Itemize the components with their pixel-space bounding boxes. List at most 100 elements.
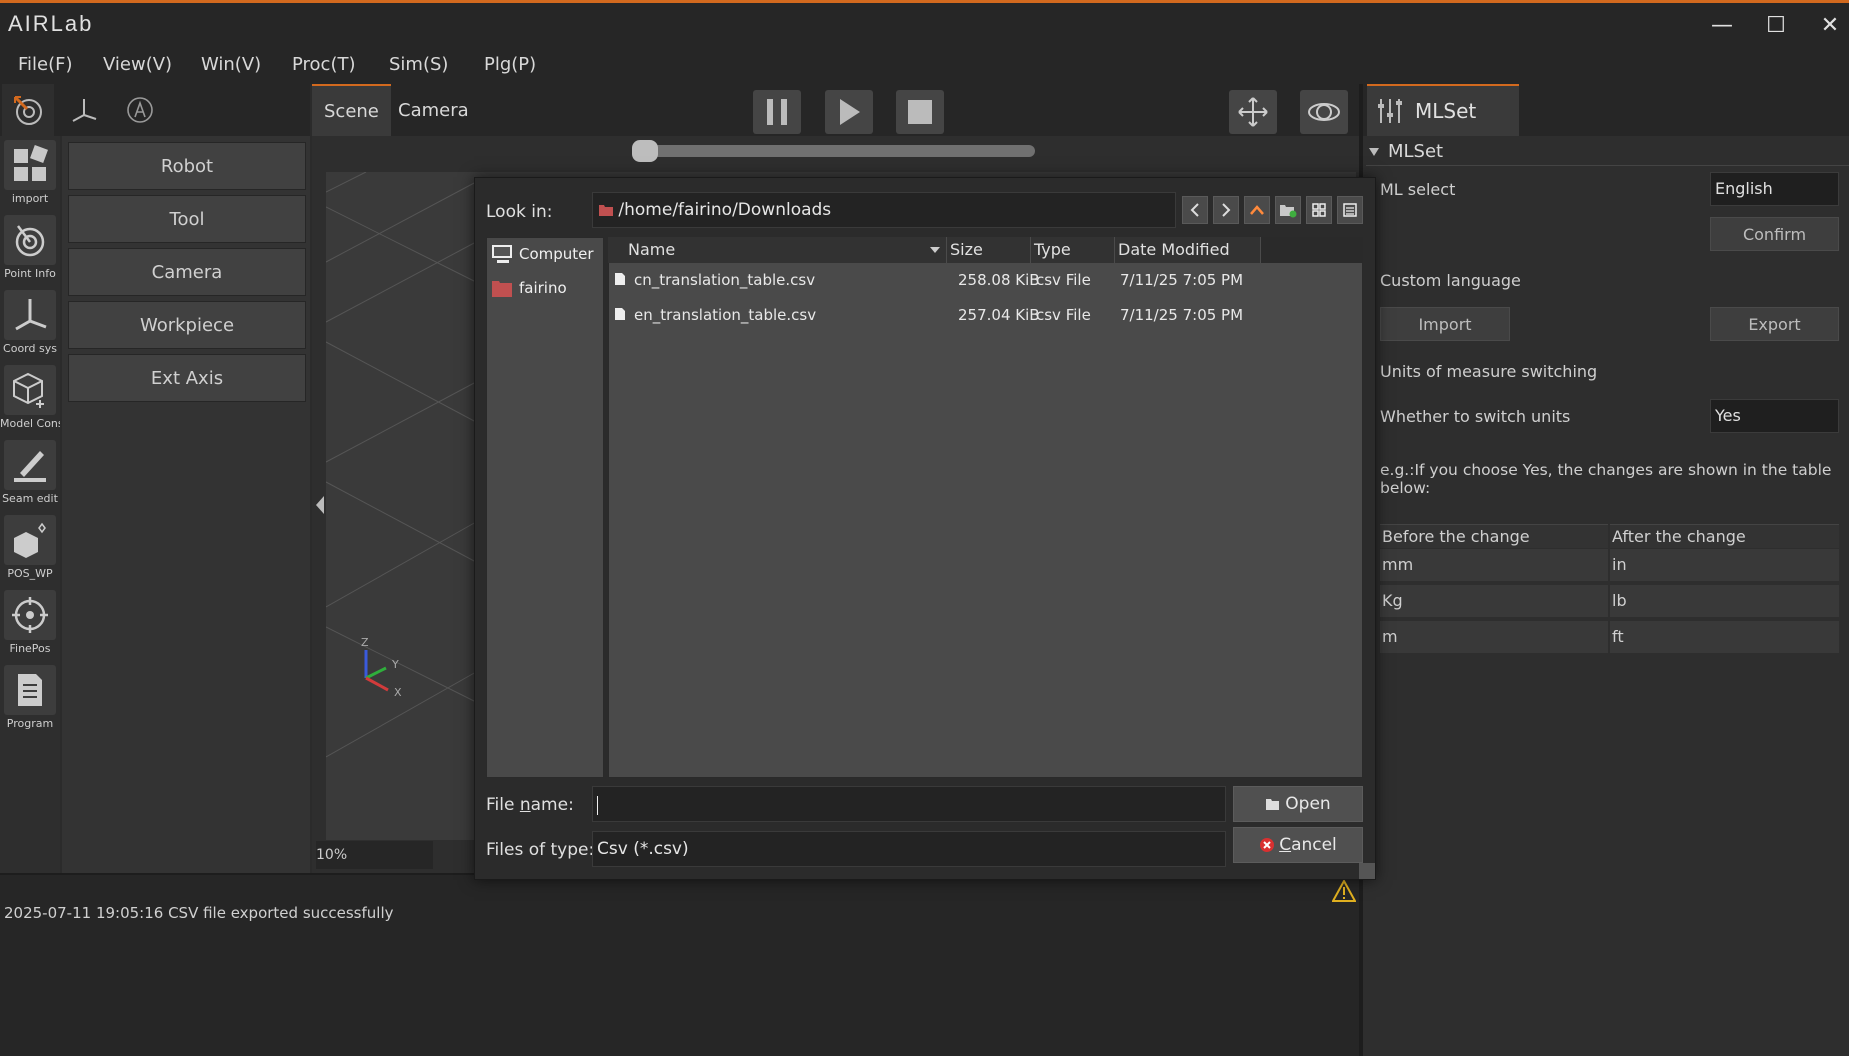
text-cursor bbox=[597, 796, 598, 815]
camera-button[interactable]: Camera bbox=[68, 248, 306, 296]
close-button[interactable]: ✕ bbox=[1810, 9, 1849, 43]
tab-scene[interactable]: Scene bbox=[312, 84, 391, 136]
move-icon bbox=[1238, 97, 1268, 127]
menu-sim[interactable]: Sim(S) bbox=[389, 54, 448, 75]
minimize-button[interactable]: — bbox=[1702, 9, 1742, 43]
file-row[interactable]: cn_translation_table.csv 258.08 KiB csv … bbox=[612, 265, 1362, 295]
orbit-button[interactable] bbox=[1300, 90, 1348, 134]
ext-axis-button[interactable]: Ext Axis bbox=[68, 354, 306, 402]
column-size[interactable]: Size bbox=[947, 237, 1031, 263]
header-before: Before the change bbox=[1382, 527, 1530, 546]
rail-seam-edit[interactable]: Seam edit bbox=[0, 436, 60, 510]
tab-camera[interactable]: Camera bbox=[386, 84, 481, 136]
stop-button[interactable] bbox=[896, 90, 944, 134]
grid-view-icon bbox=[1312, 203, 1326, 217]
annotation-tab-icon[interactable] bbox=[114, 84, 166, 136]
open-button[interactable]: Open bbox=[1233, 786, 1363, 822]
list-view-button[interactable] bbox=[1306, 196, 1332, 224]
seam-edit-icon bbox=[4, 440, 56, 490]
axis-y-label: Y bbox=[392, 658, 399, 671]
point-info-icon bbox=[4, 215, 56, 265]
export-button[interactable]: Export bbox=[1710, 307, 1839, 341]
file-list-header: Name Size Type Date Modified bbox=[608, 237, 1363, 263]
menu-proc[interactable]: Proc(T) bbox=[292, 54, 356, 75]
mlset-section-header[interactable]: MLSet bbox=[1366, 138, 1849, 166]
switch-units-combo[interactable]: Yes bbox=[1710, 399, 1839, 433]
warning-icon[interactable] bbox=[1331, 878, 1357, 906]
new-folder-icon bbox=[1280, 205, 1297, 218]
play-button[interactable] bbox=[825, 90, 873, 134]
axis-z-label: Z bbox=[361, 636, 369, 649]
rail-point-info[interactable]: Point Info bbox=[0, 211, 60, 285]
menu-view[interactable]: View(V) bbox=[103, 54, 172, 75]
workpiece-button[interactable]: Workpiece bbox=[68, 301, 306, 349]
column-type[interactable]: Type bbox=[1031, 237, 1115, 263]
tool-button[interactable]: Tool bbox=[68, 195, 306, 243]
program-icon bbox=[4, 665, 56, 715]
units-note: e.g.:If you choose Yes, the changes are … bbox=[1380, 461, 1832, 497]
left-tab-bar bbox=[0, 84, 310, 136]
computer-icon bbox=[492, 245, 512, 263]
file-type: csv File bbox=[1036, 306, 1091, 324]
menu-plg[interactable]: Plg(P) bbox=[484, 54, 536, 75]
file-name: en_translation_table.csv bbox=[634, 306, 817, 324]
pos-wp-icon bbox=[4, 515, 56, 565]
robot-button[interactable]: Robot bbox=[68, 142, 306, 190]
tab-mlset[interactable]: MLSet bbox=[1367, 84, 1519, 136]
zoom-level: 10% bbox=[316, 841, 433, 869]
open-folder-icon bbox=[1266, 799, 1280, 810]
collapse-panel-handle[interactable] bbox=[314, 494, 326, 516]
folder-icon bbox=[599, 205, 613, 216]
menu-file[interactable]: File(F) bbox=[18, 54, 73, 75]
cancel-button[interactable]: Cancel bbox=[1233, 827, 1363, 863]
axis-gizmo: Z Y X bbox=[354, 636, 414, 706]
menu-win[interactable]: Win(V) bbox=[201, 54, 261, 75]
pause-button[interactable] bbox=[753, 90, 801, 134]
place-home[interactable]: fairino bbox=[491, 278, 567, 298]
rail-pos-wp[interactable]: POS_WP bbox=[0, 511, 60, 585]
rail-program[interactable]: Program bbox=[0, 661, 60, 735]
sliders-icon bbox=[1378, 99, 1402, 123]
axis-tab-icon[interactable] bbox=[58, 84, 110, 136]
console-message: 2025-07-11 19:05:16 CSV file exported su… bbox=[4, 904, 394, 922]
file-row[interactable]: en_translation_table.csv 257.04 KiB csv … bbox=[612, 300, 1362, 330]
rail-finepos[interactable]: FinePos bbox=[0, 586, 60, 660]
ml-select-combo[interactable]: English bbox=[1710, 172, 1839, 206]
resize-grip[interactable] bbox=[1359, 863, 1375, 879]
maximize-button[interactable]: ☐ bbox=[1756, 9, 1796, 43]
rail-import[interactable]: import bbox=[0, 136, 60, 210]
scene-tab-bar: Scene Camera bbox=[312, 84, 1359, 136]
place-computer[interactable]: Computer bbox=[491, 244, 594, 264]
target-tab-icon[interactable] bbox=[2, 84, 54, 136]
timeline-slider-track[interactable] bbox=[640, 145, 1035, 157]
parent-folder-button[interactable] bbox=[1244, 196, 1270, 224]
look-in-combo[interactable]: /home/fairino/Downloads bbox=[592, 192, 1176, 228]
sort-down-icon bbox=[930, 247, 940, 253]
detail-view-button[interactable] bbox=[1337, 196, 1363, 224]
file-icon bbox=[615, 308, 625, 320]
confirm-button[interactable]: Confirm bbox=[1710, 217, 1839, 251]
pause-icon bbox=[767, 99, 787, 125]
move-button[interactable] bbox=[1229, 90, 1277, 134]
file-date: 7/11/25 7:05 PM bbox=[1120, 306, 1244, 324]
chevron-right-icon bbox=[1222, 203, 1231, 217]
rail-coord-sys[interactable]: Coord sys bbox=[0, 286, 60, 360]
ml-select-label: ML select bbox=[1380, 180, 1456, 199]
left-panel: Robot Tool Camera Workpiece Ext Axis bbox=[62, 136, 310, 873]
file-name: cn_translation_table.csv bbox=[634, 271, 816, 289]
file-name-label: File name: bbox=[486, 795, 574, 815]
chevron-down-icon bbox=[1369, 147, 1379, 156]
files-of-type-combo[interactable]: Csv (*.csv) bbox=[592, 831, 1226, 867]
files-of-type-label: Files of type: bbox=[486, 840, 595, 860]
file-name-input[interactable] bbox=[592, 786, 1226, 822]
column-name[interactable]: Name bbox=[608, 237, 947, 263]
tab-mlset-label: MLSet bbox=[1415, 99, 1477, 123]
new-folder-button[interactable] bbox=[1275, 196, 1301, 224]
column-date[interactable]: Date Modified bbox=[1115, 237, 1261, 263]
rail-model-cons[interactable]: Model Cons bbox=[0, 361, 60, 435]
timeline-slider-handle[interactable] bbox=[632, 140, 658, 162]
import-button[interactable]: Import bbox=[1380, 307, 1510, 341]
forward-button[interactable] bbox=[1213, 196, 1239, 224]
home-folder-icon bbox=[492, 281, 512, 297]
back-button[interactable] bbox=[1182, 196, 1208, 224]
